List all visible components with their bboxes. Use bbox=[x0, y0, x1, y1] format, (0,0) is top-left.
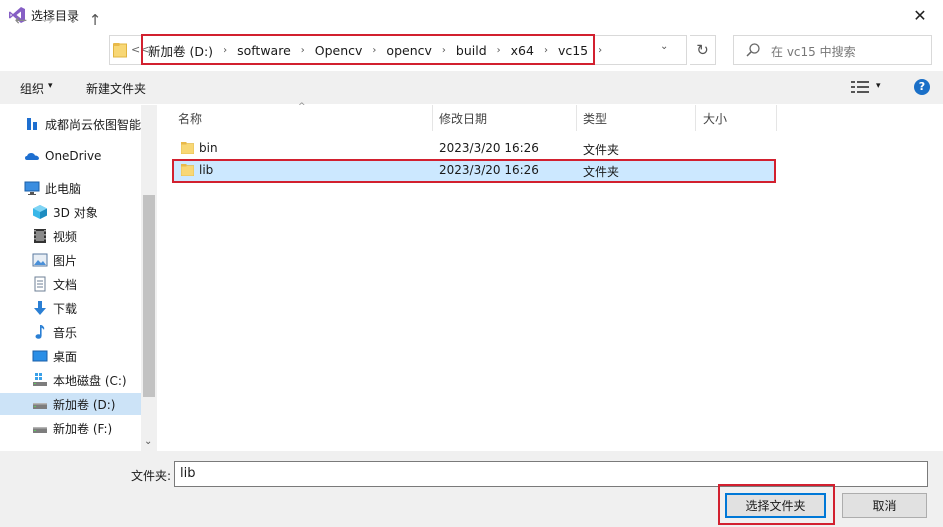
view-options-icon[interactable] bbox=[851, 80, 869, 94]
file-name: bin bbox=[199, 141, 218, 155]
sidebar-item-cloud[interactable]: 成都尚云依图智能 bbox=[24, 113, 141, 135]
back-button[interactable]: ← bbox=[10, 9, 32, 31]
chevron-right-icon[interactable]: › bbox=[598, 45, 602, 56]
column-header-date[interactable]: 修改日期 bbox=[439, 110, 487, 127]
sidebar-item-drive-d[interactable]: 新加卷 (D:) bbox=[0, 393, 141, 415]
select-folder-button[interactable]: 选择文件夹 bbox=[725, 493, 826, 518]
video-icon bbox=[34, 229, 46, 243]
computer-icon bbox=[24, 181, 40, 195]
desktop-icon bbox=[32, 350, 48, 362]
recent-locations-button[interactable]: ⌄ bbox=[62, 9, 84, 31]
sidebar-item-label: 新加卷 (F:) bbox=[53, 421, 113, 436]
column-header-size[interactable]: 大小 bbox=[703, 110, 727, 127]
sidebar-item-music[interactable]: 音乐 bbox=[32, 321, 77, 343]
sidebar-item-this-pc[interactable]: 此电脑 bbox=[24, 177, 81, 199]
folder-name-label: 文件夹: bbox=[131, 469, 172, 483]
sidebar-item-desktop[interactable]: 桌面 bbox=[32, 345, 77, 367]
column-divider[interactable] bbox=[695, 105, 696, 131]
sidebar-scroll-thumb[interactable] bbox=[143, 195, 155, 397]
forward-button[interactable]: → bbox=[36, 9, 58, 31]
drive-d-icon bbox=[33, 403, 47, 409]
caret-down-icon[interactable]: ▾ bbox=[48, 81, 53, 91]
chevron-down-icon[interactable]: ⌄ bbox=[660, 41, 668, 52]
chevron-down-icon[interactable]: ⌄ bbox=[144, 436, 152, 447]
new-folder-button[interactable]: 新建文件夹 bbox=[86, 80, 146, 97]
sidebar-item-onedrive[interactable]: OneDrive bbox=[24, 145, 101, 167]
column-divider[interactable] bbox=[576, 105, 577, 131]
column-header-name[interactable]: 名称 bbox=[178, 110, 202, 127]
caret-down-icon[interactable]: ▾ bbox=[876, 81, 881, 91]
help-icon[interactable]: ? bbox=[914, 79, 930, 95]
annotation-highlight-box bbox=[172, 159, 776, 183]
close-button[interactable]: ✕ bbox=[897, 0, 943, 30]
drive-f-icon bbox=[33, 427, 47, 433]
drive-c-icon bbox=[33, 373, 47, 386]
pictures-icon bbox=[32, 253, 48, 267]
onedrive-icon bbox=[25, 153, 39, 160]
search-placeholder: 在 vc15 中搜索 bbox=[771, 45, 856, 59]
sidebar-item-videos[interactable]: 视频 bbox=[32, 225, 77, 247]
search-icon bbox=[746, 43, 760, 57]
cancel-button[interactable]: 取消 bbox=[842, 493, 927, 518]
folder-icon bbox=[181, 142, 194, 154]
sidebar-item-documents[interactable]: 文档 bbox=[32, 273, 77, 295]
sidebar-item-label: 新加卷 (D:) bbox=[53, 397, 116, 412]
column-divider[interactable] bbox=[432, 105, 433, 131]
column-header-type[interactable]: 类型 bbox=[583, 110, 607, 127]
sidebar-item-label: 成都尚云依图智能 bbox=[45, 117, 142, 132]
sidebar-item-drive-c[interactable]: 本地磁盘 (C:) bbox=[32, 369, 127, 391]
annotation-highlight-box bbox=[141, 34, 595, 65]
sidebar-item-label: OneDrive bbox=[45, 149, 102, 163]
sidebar-item-label: 音乐 bbox=[53, 325, 78, 340]
table-row[interactable]: bin 2023/3/20 16:26 文件夹 bbox=[174, 138, 774, 159]
sidebar-item-label: 文档 bbox=[53, 277, 78, 292]
download-icon bbox=[34, 301, 46, 315]
sidebar-item-label: 下载 bbox=[53, 301, 78, 316]
sidebar-item-label: 视频 bbox=[53, 229, 78, 244]
sidebar-item-downloads[interactable]: 下载 bbox=[32, 297, 77, 319]
sidebar-item-label: 桌面 bbox=[53, 349, 78, 364]
3d-objects-icon bbox=[33, 205, 47, 219]
file-type: 文件夹 bbox=[583, 143, 620, 157]
sidebar-item-drive-f[interactable]: 新加卷 (F:) bbox=[32, 417, 112, 439]
file-date: 2023/3/20 16:26 bbox=[439, 141, 539, 155]
title-bar: 选择目录 ✕ bbox=[0, 0, 943, 30]
refresh-button[interactable]: ↻ bbox=[690, 35, 716, 65]
documents-icon bbox=[34, 276, 46, 292]
sidebar-item-label: 图片 bbox=[53, 253, 78, 268]
sidebar-item-label: 本地磁盘 (C:) bbox=[53, 373, 127, 388]
cloud-drive-icon bbox=[27, 118, 37, 130]
sidebar-item-label: 此电脑 bbox=[45, 181, 82, 196]
organize-button[interactable]: 组织 bbox=[20, 80, 44, 97]
sidebar-item-3d-objects[interactable]: 3D 对象 bbox=[32, 201, 98, 223]
music-icon bbox=[35, 325, 45, 339]
sidebar-item-pictures[interactable]: 图片 bbox=[32, 249, 77, 271]
folder-icon bbox=[113, 43, 127, 58]
sort-ascending-icon: ^ bbox=[298, 102, 306, 112]
column-divider[interactable] bbox=[776, 105, 777, 131]
up-button[interactable]: ↑ bbox=[84, 9, 106, 31]
sidebar-item-label: 3D 对象 bbox=[53, 205, 98, 220]
